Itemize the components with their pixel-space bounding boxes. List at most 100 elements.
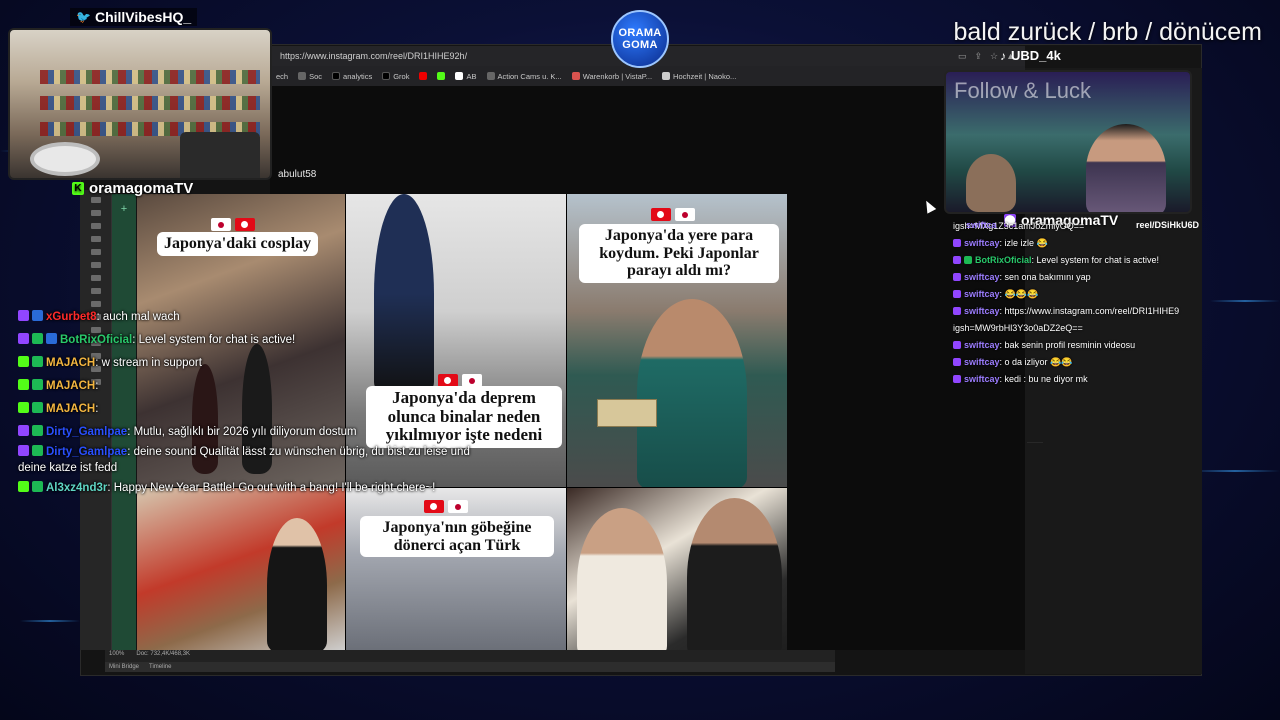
- cat-bed: [30, 142, 100, 176]
- twitch-badge-icon: [18, 445, 29, 456]
- chat-message: swiftcay: kedi : bu ne diyor mk: [953, 371, 1205, 388]
- bookmark-item[interactable]: [437, 72, 446, 80]
- bookmark-item[interactable]: Soc: [298, 72, 322, 81]
- background-streak: [20, 620, 80, 622]
- tool-icon[interactable]: [90, 197, 101, 203]
- sub-badge-icon: [32, 425, 43, 436]
- left-cam-name: oramagomaTV: [89, 180, 194, 197]
- chat-username: MAJACH: [46, 357, 96, 369]
- tab-mini-bridge[interactable]: Mini Bridge: [109, 664, 139, 670]
- folder-icon: [298, 72, 307, 80]
- tool-icon[interactable]: [90, 210, 101, 216]
- chat-username: MAJACH: [46, 403, 96, 415]
- sub-badge-icon: [32, 310, 43, 321]
- chat-username: MAJACH: [46, 380, 96, 392]
- chat-message: swiftcay: sen ona bakımını yap: [953, 269, 1205, 286]
- tab-icon[interactable]: ▭: [958, 51, 967, 62]
- bookmark-item[interactable]: [419, 72, 428, 80]
- chat-message: Dirty_Gamlpae: Mutlu, sağlıklı bir 2026 …: [18, 421, 488, 444]
- reel-caption: Japonya'da yere para koydum. Peki Japonl…: [579, 224, 779, 283]
- tool-icon[interactable]: [90, 262, 101, 268]
- kick-icon: [437, 72, 446, 80]
- tool-icon[interactable]: [90, 275, 101, 281]
- bookmark-item[interactable]: Warenkorb | VistaP...: [571, 72, 652, 81]
- chat-message: swiftcay: o da izliyor 😂😂: [953, 354, 1205, 371]
- tool-icon[interactable]: [90, 223, 101, 229]
- turkey-flag-icon: [424, 500, 444, 513]
- japan-flag-icon: [675, 208, 695, 221]
- photoshop-status-bar: 100% Doc: 732,4K/468,3K Mini Bridge Time…: [105, 650, 835, 672]
- url-text[interactable]: https://www.instagram.com/reel/DRI1HIHE9…: [280, 51, 467, 61]
- man-figure: [577, 508, 667, 651]
- reel-tile[interactable]: Japonya'nın göbeğine dönerci açan Türk: [346, 488, 566, 651]
- sub-badge-icon: [32, 445, 43, 456]
- follow-overlay-text: Follow & Luck: [954, 78, 1091, 103]
- chat-username: swiftcay: [964, 289, 1000, 299]
- chat-text: : 😂😂😂: [999, 289, 1039, 299]
- mod-badge-icon: [32, 333, 43, 344]
- flags: [651, 208, 695, 221]
- bookmark-item[interactable]: analytics: [332, 72, 372, 81]
- japan-flag-icon: [448, 500, 468, 513]
- chat-message: BotRixOficial: Level system for chat is …: [18, 329, 488, 352]
- instagram-username[interactable]: abulut58: [278, 169, 316, 180]
- kick-icon: K: [72, 182, 84, 195]
- chair: [180, 132, 260, 178]
- bookmark-item[interactable]: AB: [455, 72, 477, 81]
- twitch-badge-icon: [18, 333, 29, 344]
- chat-text: : Level system for chat is active!: [1031, 255, 1160, 265]
- chat-text: : izle izle 😂: [999, 238, 1048, 248]
- chat-username: swiftcay: [964, 357, 1000, 367]
- verified-badge-icon: [32, 402, 43, 413]
- tool-icon[interactable]: [90, 236, 101, 242]
- chat-text: :: [95, 403, 99, 415]
- chat-message: swiftcay: izle izle 😂: [953, 235, 1205, 252]
- chat-overlay-left: xGurbet8: auch mal wach BotRixOficial: L…: [18, 306, 488, 500]
- chat-text: : bak senin profil resminin videosu: [999, 340, 1136, 350]
- chat-message: Al3xz4nd3r: Happy New Year Battle! Go ou…: [18, 480, 488, 496]
- chat-text: :: [95, 380, 99, 392]
- chat-username: swiftcay: [964, 340, 1000, 350]
- chat-text: : Mutlu, sağlıklı bir 2026 yılı diliyoru…: [127, 426, 357, 438]
- tool-icon[interactable]: [90, 288, 101, 294]
- chat-message: igsh=MW9rbHl3Y3o0aDZ2eQ==: [953, 320, 1205, 337]
- chat-text: : sen ona bakımını yap: [999, 272, 1091, 282]
- bot-badge-icon: [46, 333, 57, 344]
- doc-info: Doc: 732,4K/468,3K: [136, 651, 191, 657]
- mod-badge-icon: [964, 256, 972, 264]
- x-logo-icon: [332, 72, 341, 80]
- flags: [424, 500, 468, 513]
- tab-timeline[interactable]: Timeline: [149, 664, 171, 670]
- chat-message: MAJACH: w stream in support: [18, 352, 488, 375]
- bookmark-item[interactable]: Action Cams u. K...: [486, 72, 562, 81]
- chat-text: : Level system for chat is active!: [132, 334, 296, 346]
- chat-username: swiftcay: [964, 272, 1000, 282]
- twitter-handle-text: ChillVibesHQ_: [94, 9, 192, 25]
- twitch-badge-icon: [953, 341, 961, 349]
- chat-message: MAJACH:: [18, 375, 488, 398]
- x-logo-icon: [382, 72, 391, 80]
- bookmark-item[interactable]: Grok: [382, 72, 409, 81]
- chat-text: : Happy New Year Battle! Go out with a b…: [107, 482, 436, 494]
- share-icon[interactable]: ⇪: [974, 51, 982, 62]
- tiktok-icon: ♪: [1000, 48, 1006, 63]
- zoom-level[interactable]: 100%: [109, 651, 124, 657]
- reel-tile[interactable]: [137, 488, 345, 651]
- tool-icon[interactable]: [90, 249, 101, 255]
- turkey-flag-icon: [651, 208, 671, 221]
- bookmark-item[interactable]: ech: [276, 72, 288, 81]
- bookmark-item[interactable]: Hochzeit | Naoko...: [662, 72, 736, 81]
- chat-overlay-right: igsh=MXg1Z3c1amJoZmlyOQ== swiftcay: izle…: [953, 218, 1205, 388]
- bookmark-star-icon[interactable]: ☆: [990, 51, 998, 62]
- reel-tile[interactable]: Japonya'da yere para koydum. Peki Japonl…: [567, 194, 787, 487]
- chat-text: : https://www.instagram.com/reel/DRI1HIH…: [999, 306, 1180, 316]
- bookmarks-bar: ech Soc analytics Grok AB Action Cams u.…: [270, 66, 1025, 86]
- plus-icon[interactable]: +: [112, 203, 136, 215]
- man-figure: [637, 299, 747, 487]
- reel-tile[interactable]: [567, 488, 787, 651]
- verified-badge-icon: [32, 481, 43, 492]
- chat-username: Al3xz4nd3r: [46, 482, 108, 494]
- chat-message: MAJACH:: [18, 398, 488, 421]
- chat-username: xGurbet8: [46, 311, 97, 323]
- chat-username: BotRixOficial: [60, 334, 133, 346]
